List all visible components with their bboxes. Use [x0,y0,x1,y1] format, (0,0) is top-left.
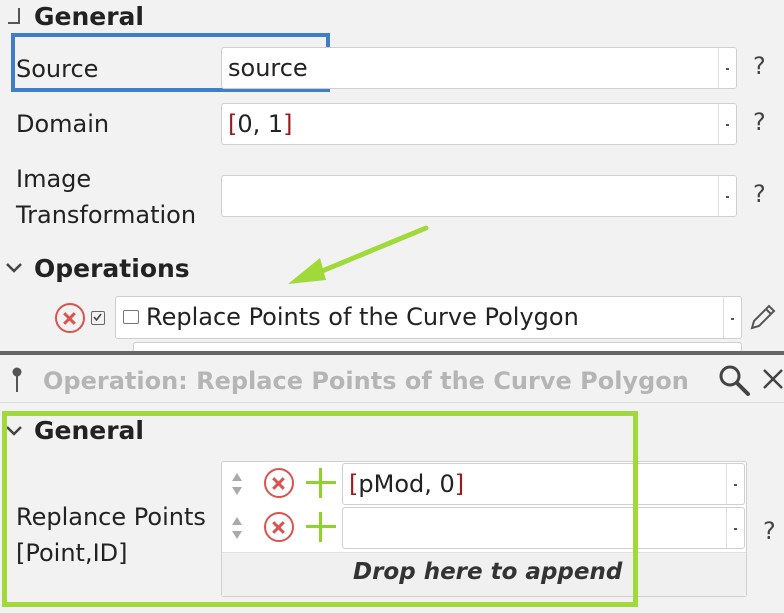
image-transformation-dropdown-arrow[interactable] [718,176,736,216]
source-field-value: source [228,54,308,82]
source-help-icon[interactable]: ? [753,52,766,80]
domain-label: Domain [16,110,110,138]
top-panel: General Source source ? Domain [0, 1] ? … [0,0,784,356]
image-transformation-help-icon[interactable]: ? [753,180,766,208]
source-field[interactable]: source [221,47,737,89]
point-field-dropdown-arrow[interactable] [726,508,744,548]
image-transformation-field[interactable] [221,175,737,217]
domain-field-value: [0, 1] [228,110,293,138]
bottom-panel: Operation: Replace Points of the Curve P… [0,355,784,613]
general-section-title[interactable]: General [34,2,144,31]
domain-help-icon[interactable]: ? [753,108,766,136]
pin-icon[interactable] [10,366,24,394]
code-icon [123,310,139,324]
domain-field[interactable]: [0, 1] [221,103,737,145]
domain-dropdown-arrow[interactable] [718,104,736,144]
search-icon[interactable] [717,363,751,397]
pencil-icon[interactable] [746,302,778,334]
operation-item-field[interactable]: Replace Points of the Curve Polygon [115,296,742,339]
operation-item-label: Replace Points of the Curve Polygon [146,303,579,331]
image-transformation-label: Image Transformation [16,165,197,229]
source-dropdown-arrow[interactable] [718,48,736,88]
chevron-down-icon[interactable] [5,261,23,275]
header-divider [0,402,784,403]
operations-section-title[interactable]: Operations [34,254,190,283]
general-highlight-box [2,411,638,607]
point-field-dropdown-arrow[interactable] [726,464,744,504]
operation-panel-title: Operation: Replace Points of the Curve P… [43,367,689,395]
checkbox-icon[interactable] [91,311,105,325]
replace-points-help-icon[interactable]: ? [763,517,776,545]
collapse-general-icon[interactable] [8,8,22,26]
annotation-arrow [288,225,429,284]
operation-item-dropdown-arrow[interactable] [723,297,741,338]
close-icon[interactable] [762,367,784,391]
remove-operation-icon[interactable] [55,303,85,333]
